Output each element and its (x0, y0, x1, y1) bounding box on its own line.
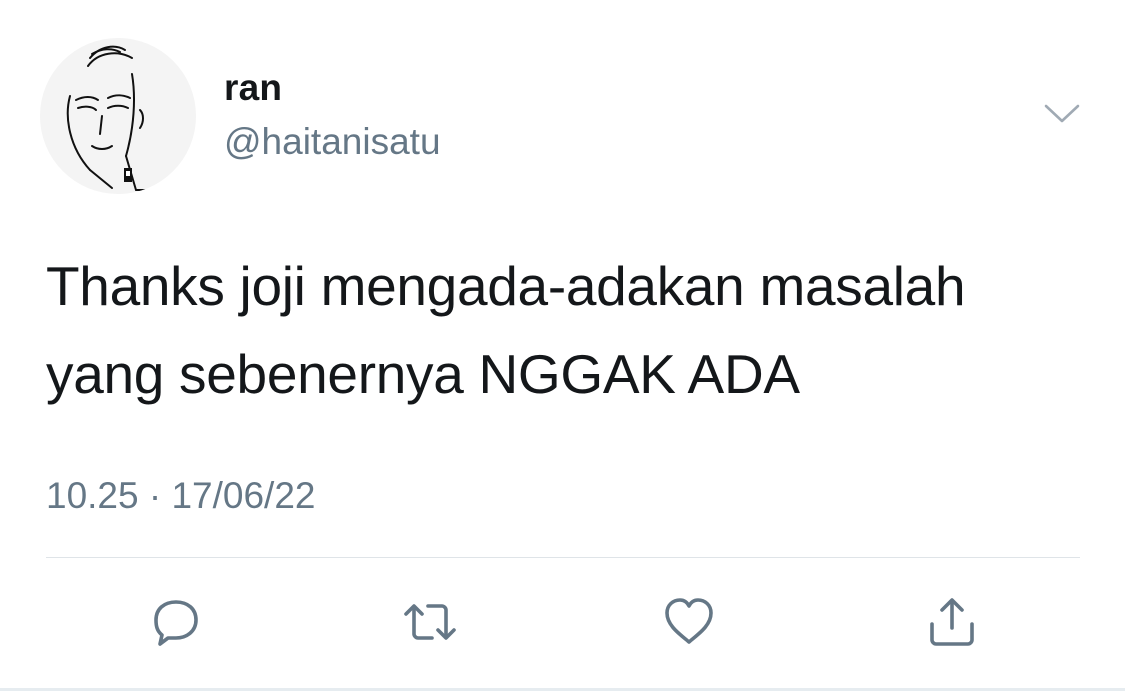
display-name[interactable]: ran (224, 66, 282, 110)
tweet-text: Thanks joji mengada-adakan masalah yang … (46, 255, 966, 405)
chevron-down-icon[interactable] (1040, 96, 1084, 132)
reply-icon (154, 600, 198, 646)
divider (46, 557, 1080, 558)
retweet-button[interactable] (398, 590, 462, 654)
reply-button[interactable] (144, 590, 208, 654)
tweet-timestamp[interactable]: 10.25 · 17/06/22 (46, 474, 316, 518)
retweet-icon (404, 604, 456, 640)
like-button[interactable] (657, 590, 721, 654)
tweet-card: ran @haitanisatu Thanks joji mengada-ada… (0, 0, 1125, 691)
like-icon (665, 598, 713, 644)
user-handle[interactable]: @haitanisatu (224, 120, 441, 164)
share-icon (930, 598, 974, 646)
avatar-image (66, 45, 171, 191)
share-button[interactable] (920, 590, 984, 654)
action-bar (0, 590, 1125, 654)
avatar[interactable] (40, 38, 196, 194)
